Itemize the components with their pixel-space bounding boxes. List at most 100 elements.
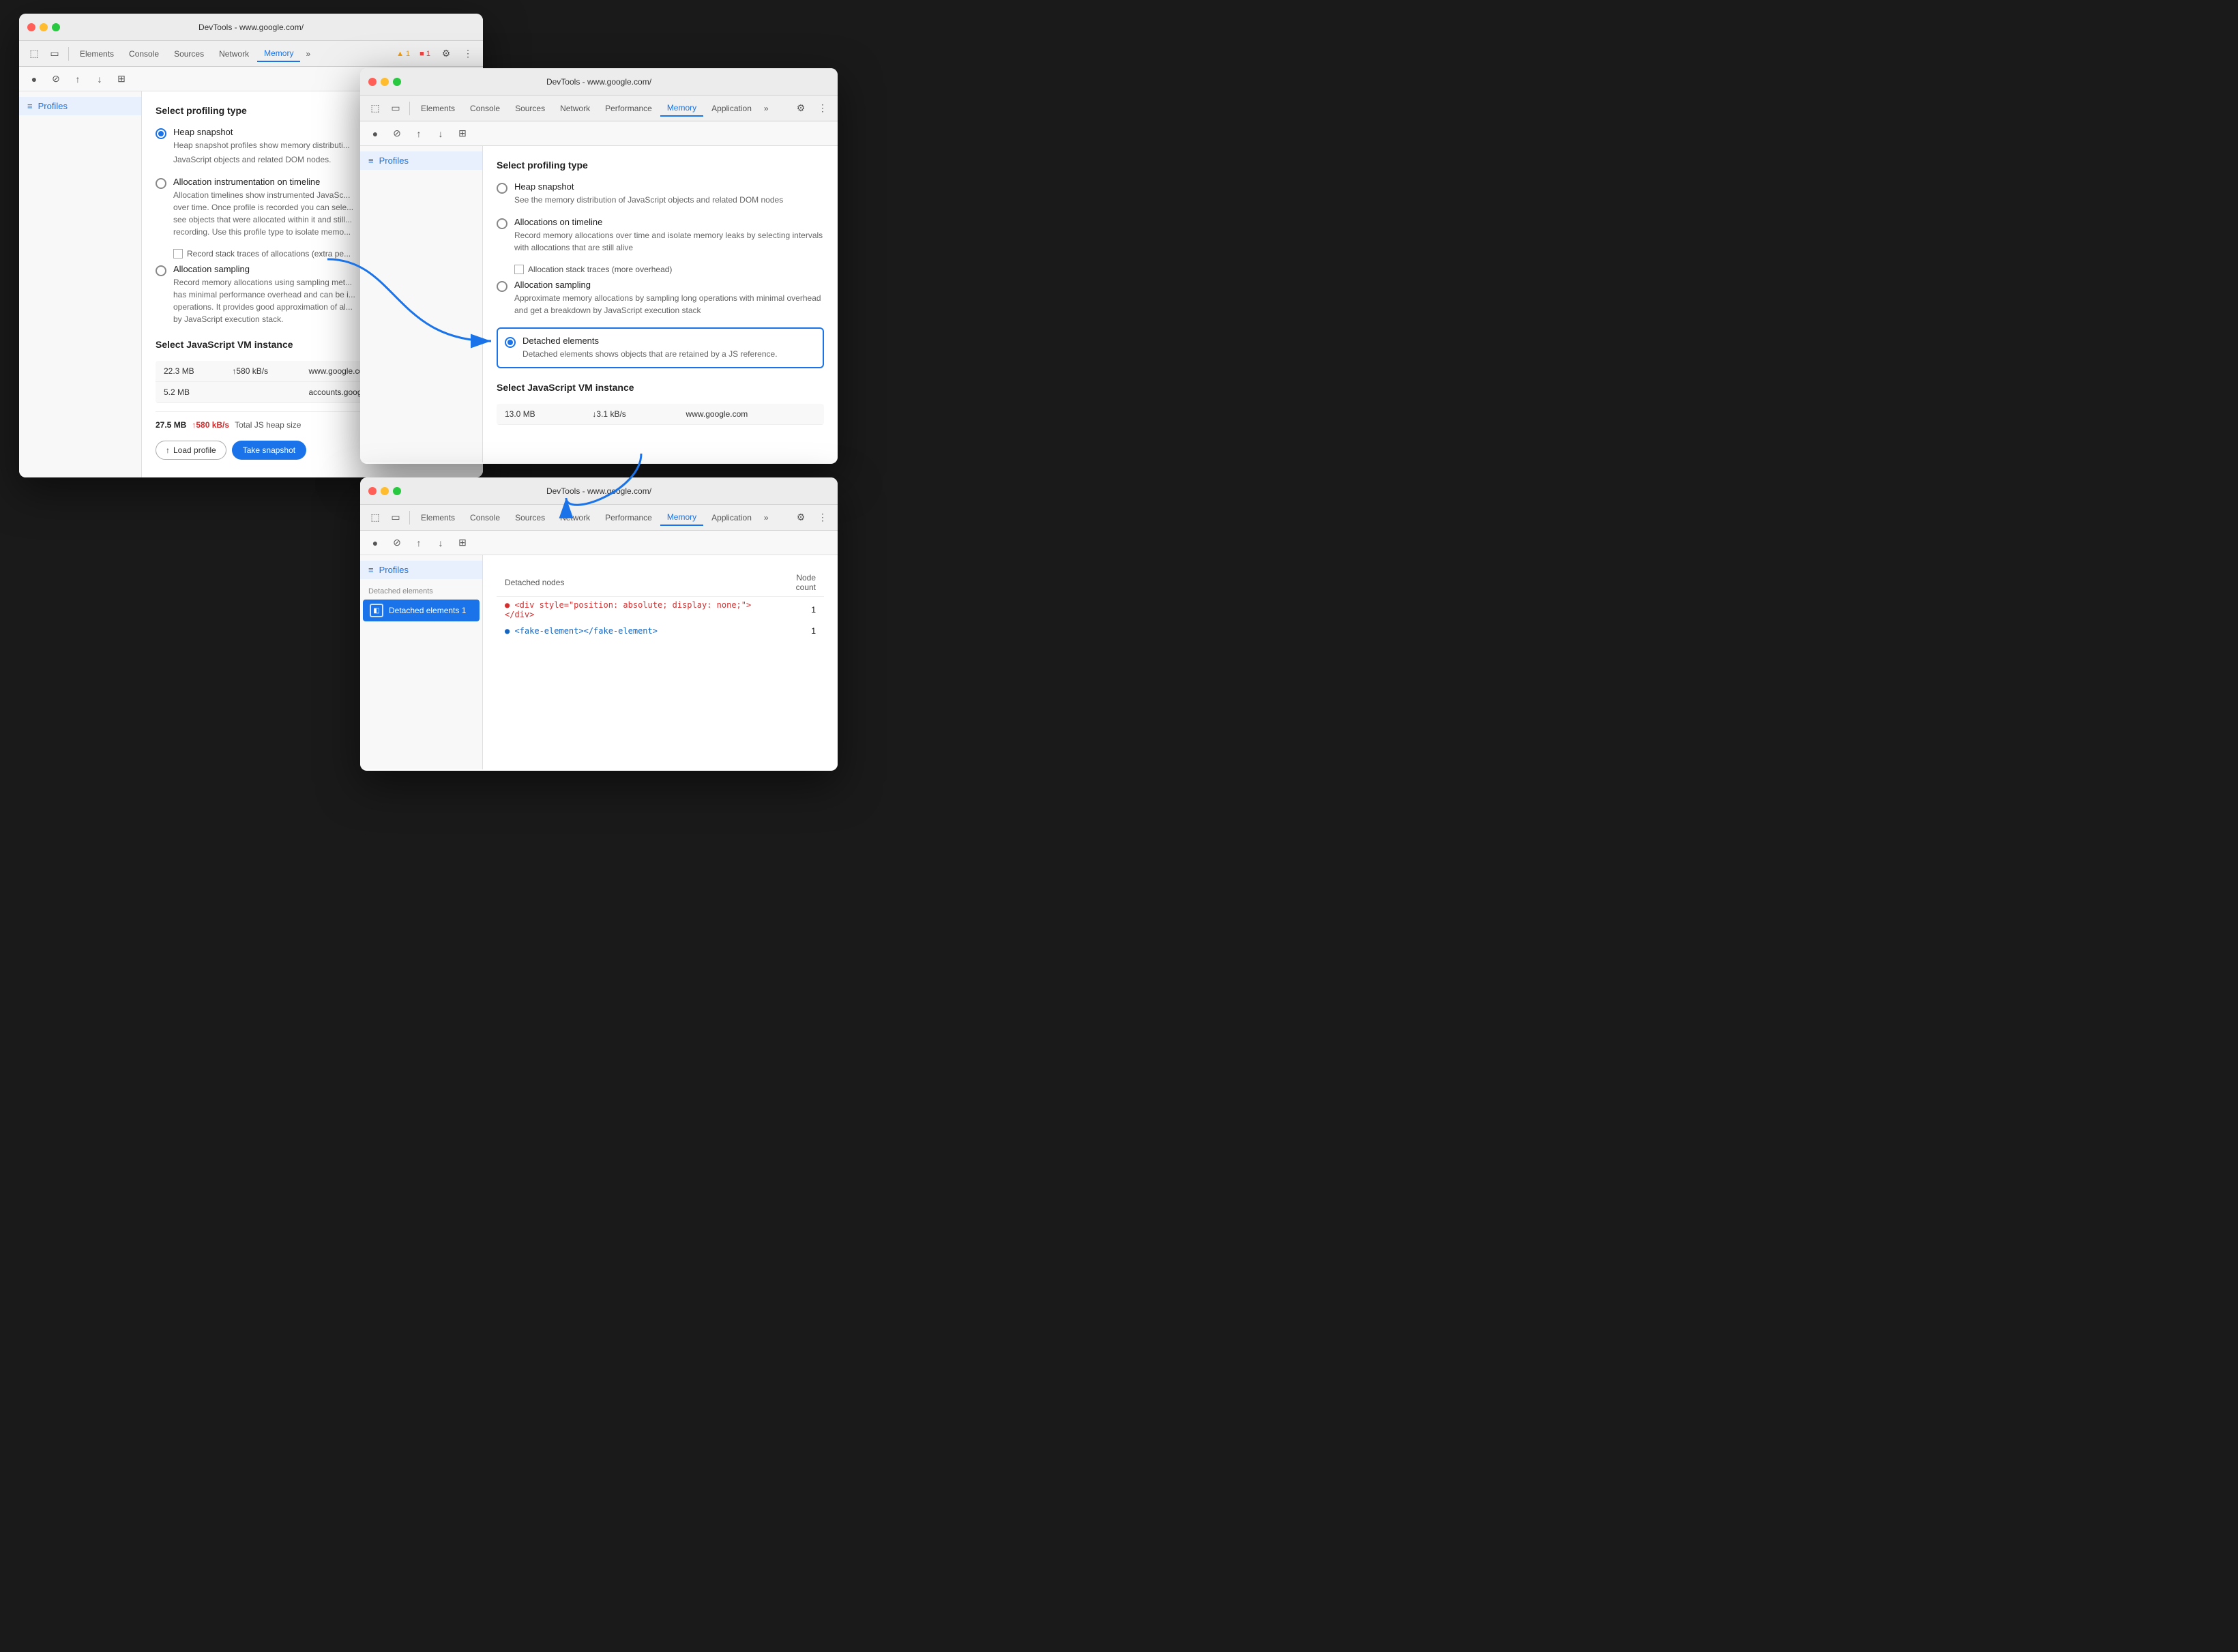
radio-allocation-sampling[interactable]: [156, 265, 166, 276]
tab-network[interactable]: Network: [212, 46, 256, 61]
toolbar-right-2: ⚙ ⋮: [791, 99, 832, 118]
maximize-button-3[interactable]: [393, 487, 401, 495]
tab-more[interactable]: »: [301, 46, 314, 61]
stack-traces-checkbox-2[interactable]: [514, 265, 524, 274]
radio-allocation-sampling-2[interactable]: [497, 281, 507, 292]
settings-icon-2[interactable]: ⚙: [791, 99, 810, 118]
detached-count-2: 1: [768, 623, 824, 639]
stack-traces-checkbox[interactable]: [173, 249, 183, 259]
sidebar-item-profiles-2[interactable]: ≡ Profiles: [360, 151, 482, 170]
radio-heap-snapshot-2[interactable]: [497, 183, 507, 194]
tab-network-2[interactable]: Network: [553, 101, 597, 116]
tab-sources[interactable]: Sources: [167, 46, 211, 61]
option-heap-snapshot-label-2: Heap snapshot: [514, 181, 783, 192]
radio-detached-elements[interactable]: [505, 337, 516, 348]
option-heap-snapshot-label: Heap snapshot: [173, 127, 350, 137]
select-profiling-title-2: Select profiling type: [497, 160, 824, 171]
upload-icon[interactable]: ↑: [68, 70, 87, 89]
download-icon-3[interactable]: ↓: [431, 533, 450, 552]
detached-row-1[interactable]: ● <div style="position: absolute; displa…: [497, 597, 824, 623]
detached-row-2[interactable]: ● <fake-element></fake-element> 1: [497, 623, 824, 639]
main-toolbar-2: ⬚ ▭ Elements Console Sources Network Per…: [360, 95, 838, 121]
vm-size-1: 22.3 MB: [156, 361, 224, 382]
footer-size-1: 27.5 MB: [156, 420, 186, 430]
vm-size-2: 5.2 MB: [156, 382, 224, 403]
more-icon-2[interactable]: ⋮: [813, 99, 832, 118]
tab-elements[interactable]: Elements: [73, 46, 121, 61]
radio-heap-snapshot[interactable]: [156, 128, 166, 139]
load-profile-button-1[interactable]: ↑ Load profile: [156, 441, 226, 460]
close-button-1[interactable]: [27, 23, 35, 31]
cursor-icon-2[interactable]: ⬚: [366, 99, 385, 118]
download-icon[interactable]: ↓: [90, 70, 109, 89]
tab-application-3[interactable]: Application: [705, 510, 759, 525]
cursor-icon-3[interactable]: ⬚: [366, 508, 385, 527]
main-toolbar-1: ⬚ ▭ Elements Console Sources Network Mem…: [19, 41, 483, 67]
more-icon-3[interactable]: ⋮: [813, 508, 832, 527]
option-allocation-sampling-content-2: Allocation sampling Approximate memory a…: [514, 280, 824, 316]
toolbar-right-1: ▲ 1 ■ 1 ⚙ ⋮: [393, 44, 477, 63]
record-icon-3[interactable]: ●: [366, 533, 385, 552]
tab-sources-3[interactable]: Sources: [508, 510, 552, 525]
close-button-3[interactable]: [368, 487, 377, 495]
option-detached-elements[interactable]: Detached elements Detached elements show…: [497, 327, 824, 368]
take-snapshot-button[interactable]: Take snapshot: [232, 441, 306, 460]
tab-memory-3[interactable]: Memory: [660, 510, 703, 526]
minimize-button-2[interactable]: [381, 78, 389, 86]
device-icon-2[interactable]: ▭: [386, 99, 405, 118]
tab-performance-2[interactable]: Performance: [598, 101, 659, 116]
load-profile-label-1: Load profile: [173, 445, 216, 455]
sidebar-item-profiles-3[interactable]: ≡ Profiles: [360, 561, 482, 579]
download-icon-2[interactable]: ↓: [431, 124, 450, 143]
upload-icon-3[interactable]: ↑: [409, 533, 428, 552]
minimize-button-3[interactable]: [381, 487, 389, 495]
sliders-icon: ≡: [27, 101, 33, 111]
settings-icon[interactable]: ⚙: [437, 44, 456, 63]
tab-network-3[interactable]: Network: [553, 510, 597, 525]
option-heap-snapshot-content-2: Heap snapshot See the memory distributio…: [514, 181, 783, 206]
tab-more-2[interactable]: »: [760, 101, 773, 116]
close-button-2[interactable]: [368, 78, 377, 86]
vm-rate-1: ↑580 kB/s: [224, 361, 300, 382]
tab-elements-2[interactable]: Elements: [414, 101, 462, 116]
tab-sources-2[interactable]: Sources: [508, 101, 552, 116]
detached-node-1: ● <div style="position: absolute; displa…: [497, 597, 768, 623]
record-icon[interactable]: ●: [25, 70, 44, 89]
collect-icon-2[interactable]: ⊞: [453, 124, 472, 143]
tab-memory[interactable]: Memory: [257, 46, 300, 62]
device-icon-3[interactable]: ▭: [386, 508, 405, 527]
radio-allocations-timeline-2[interactable]: [497, 218, 507, 229]
minimize-button-1[interactable]: [40, 23, 48, 31]
option-allocation-sampling-2[interactable]: Allocation sampling Approximate memory a…: [497, 280, 824, 316]
collect-icon[interactable]: ⊞: [112, 70, 131, 89]
settings-icon-3[interactable]: ⚙: [791, 508, 810, 527]
upload-icon-2[interactable]: ↑: [409, 124, 428, 143]
tab-console-3[interactable]: Console: [463, 510, 507, 525]
sidebar-item-profiles[interactable]: ≡ Profiles: [19, 97, 141, 115]
collect-icon-3[interactable]: ⊞: [453, 533, 472, 552]
cursor-icon[interactable]: ⬚: [25, 44, 44, 63]
tab-application-2[interactable]: Application: [705, 101, 759, 116]
maximize-button-2[interactable]: [393, 78, 401, 86]
option-heap-snapshot-2[interactable]: Heap snapshot See the memory distributio…: [497, 181, 824, 206]
tab-performance-3[interactable]: Performance: [598, 510, 659, 525]
maximize-button-1[interactable]: [52, 23, 60, 31]
device-icon[interactable]: ▭: [45, 44, 64, 63]
radio-allocation-timeline[interactable]: [156, 178, 166, 189]
icon-toolbar-3: ● ⊘ ↑ ↓ ⊞: [360, 531, 838, 555]
tab-navigation-1: Elements Console Sources Network Memory …: [73, 46, 314, 62]
option-allocations-timeline-2[interactable]: Allocations on timeline Record memory al…: [497, 217, 824, 254]
tab-console-2[interactable]: Console: [463, 101, 507, 116]
tab-memory-2[interactable]: Memory: [660, 100, 703, 117]
tab-elements-3[interactable]: Elements: [414, 510, 462, 525]
detached-elements-profile-item[interactable]: ◧ Detached elements 1: [363, 600, 480, 621]
more-icon[interactable]: ⋮: [458, 44, 477, 63]
tab-more-3[interactable]: »: [760, 510, 773, 525]
option-allocation-timeline-desc: Allocation timelines show instrumented J…: [173, 189, 353, 238]
clear-icon-2[interactable]: ⊘: [387, 124, 407, 143]
tab-console[interactable]: Console: [122, 46, 166, 61]
clear-icon[interactable]: ⊘: [46, 70, 65, 89]
record-icon-2[interactable]: ●: [366, 124, 385, 143]
vm-row-2-1[interactable]: 13.0 MB ↓3.1 kB/s www.google.com: [497, 404, 824, 425]
clear-icon-3[interactable]: ⊘: [387, 533, 407, 552]
